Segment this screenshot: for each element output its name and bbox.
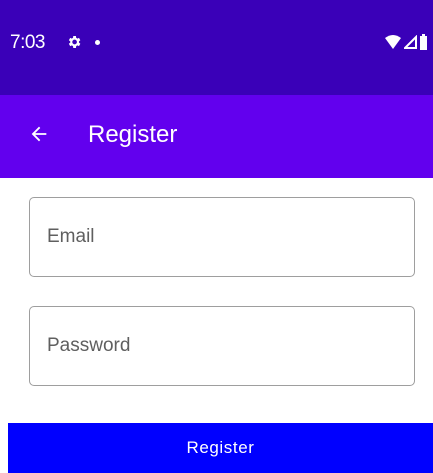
notification-dot-icon [95, 40, 100, 45]
page-title: Register [88, 121, 178, 148]
app-bar: Register [0, 95, 433, 178]
password-field[interactable] [29, 306, 415, 386]
register-button[interactable]: Register [8, 423, 433, 473]
register-button-label: Register [186, 438, 255, 457]
status-bar: 7:03 [0, 0, 433, 95]
email-field[interactable] [29, 197, 415, 277]
battery-icon [420, 34, 427, 50]
status-icons [385, 32, 427, 52]
settings-gear-icon [68, 36, 81, 48]
arrow-back-icon[interactable] [28, 123, 50, 145]
cellular-signal-icon [404, 35, 417, 49]
wifi-icon [385, 35, 401, 49]
status-time: 7:03 [10, 32, 45, 53]
password-input[interactable] [30, 307, 414, 385]
email-input[interactable] [30, 198, 414, 276]
